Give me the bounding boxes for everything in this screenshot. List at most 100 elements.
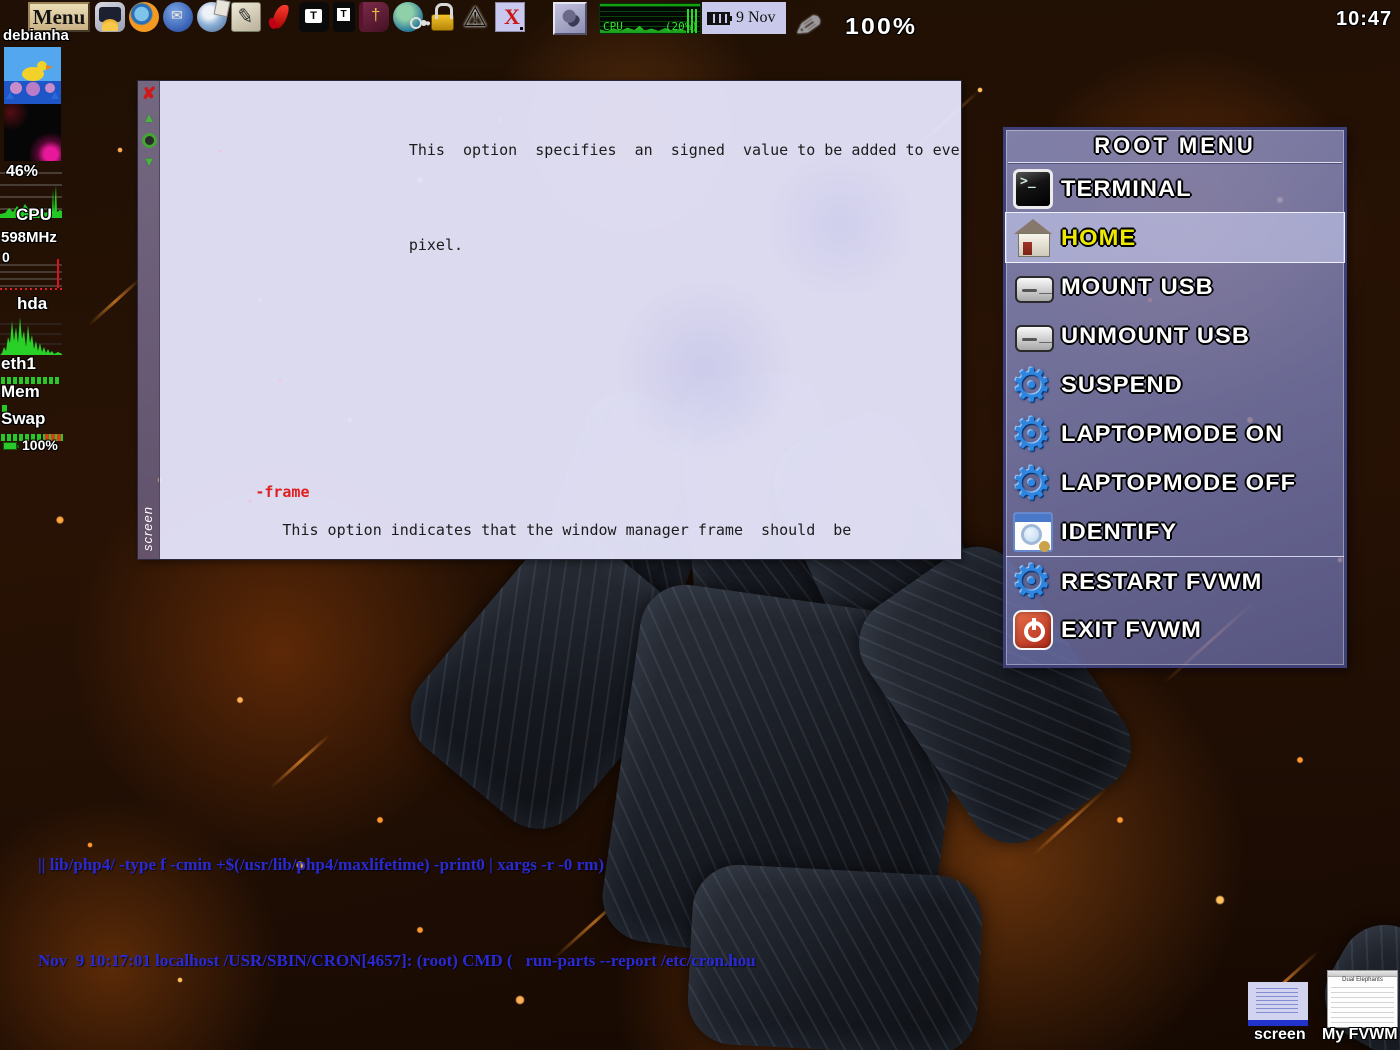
cpu-monitor-applet[interactable]: CPU (20%) (599, 3, 701, 34)
root-menu: ROOT MENU TERMINAL HOME MOUNT USB UNMOUN… (1003, 127, 1347, 668)
dock-shell-icon[interactable] (95, 2, 125, 32)
battery-date-applet[interactable]: 9 Nov (702, 2, 786, 34)
x11-icon[interactable] (495, 2, 525, 32)
power-icon (1013, 609, 1053, 650)
log-text-segment: Nov 9 10:17:01 localhost /USR/SBIN/CRON[… (38, 951, 756, 971)
globe-key-icon[interactable] (393, 2, 423, 32)
usb-drive-icon (1013, 267, 1054, 307)
gear-icon (1011, 561, 1053, 601)
maximize-button[interactable]: ▲ (138, 109, 160, 129)
terminal-row (160, 331, 961, 388)
menu-item-mount-usb[interactable]: MOUNT USB (1006, 262, 1344, 311)
hostname-label: debianha (3, 27, 69, 44)
pager-desktop-2[interactable] (4, 104, 61, 161)
fvwm-desktop: { "taskbar": { "menu_button": "Menu", "c… (0, 0, 1400, 1050)
duck-wallpaper-thumbnail (4, 47, 61, 104)
terminal-row (160, 274, 961, 331)
menu-item-label: EXIT FVWM (1061, 616, 1202, 642)
root-menu-items: TERMINAL HOME MOUNT USB UNMOUNT USB SUSP… (1005, 164, 1345, 654)
log-line: || rly) (4, 990, 834, 1050)
window-title-vertical: screen (140, 505, 155, 551)
root-tail-log: || lib/php4/ -type f -cmin +$(/usr/lib/p… (4, 797, 834, 1050)
warning-triangle-icon[interactable] (461, 2, 491, 32)
log-line: || lib/php4/ -type f -cmin +$(/usr/lib/p… (4, 797, 834, 893)
temperature-graph (0, 259, 62, 290)
terminal-row: This option specifies an signed value to… (160, 84, 961, 179)
menu-item-home[interactable]: HOME (1005, 212, 1345, 263)
web-globe-icon[interactable] (197, 2, 227, 32)
home-icon (1013, 218, 1053, 258)
thumbnail-title: Dual Elephants (1342, 977, 1383, 983)
menu-item-suspend[interactable]: SUSPEND (1006, 360, 1344, 409)
clock: 10:47 (1336, 8, 1393, 30)
menu-item-label: LAPTOPMODE OFF (1061, 469, 1297, 495)
menu-item-label: UNMOUNT USB (1061, 322, 1251, 348)
log-line: Nov 9 10:17:01 localhost /USR/SBIN/CRON[… (4, 893, 834, 989)
close-button[interactable]: ✘ (138, 85, 160, 105)
terminal-text-segment: This option specifies an signed value to… (255, 141, 961, 159)
load-percent-label: 46% (6, 163, 39, 180)
terminal-text-segment: -frame (255, 483, 310, 501)
terminal-row: pixel. (160, 179, 961, 274)
menu-item-label: LAPTOPMODE ON (1061, 420, 1284, 446)
gear-icon (1011, 414, 1053, 454)
menu-item-label: RESTART FVWM (1061, 567, 1263, 594)
iconified-fvwm-window[interactable]: Dual Elephants (1327, 970, 1398, 1028)
dockapp-icon[interactable] (553, 2, 587, 35)
iconify-button[interactable] (138, 133, 160, 153)
swap-label: Swap (1, 409, 46, 428)
cpu-applet-load: (20%) (664, 20, 698, 33)
usb-drive-icon (1013, 316, 1054, 356)
terminal-icon (1013, 168, 1053, 209)
red-flame-app-icon[interactable] (265, 2, 295, 32)
hda-label: hda (17, 294, 48, 313)
terminal-t-icon[interactable] (299, 2, 329, 32)
volume-level: 100% (845, 13, 918, 39)
pager-desktop-1[interactable] (4, 47, 61, 104)
editor-quill-icon[interactable] (231, 2, 261, 32)
menu-item-label: IDENTIFY (1061, 518, 1178, 544)
window-titlebar-strip[interactable]: ✘ ▲ ▼ screen (138, 81, 160, 559)
menu-item-restart-fvwm[interactable]: RESTART FVWM (1006, 556, 1344, 605)
padlock-key-icon[interactable] (427, 2, 457, 32)
menu-item-exit-fvwm[interactable]: EXIT FVWM (1006, 605, 1344, 654)
terminal-text-segment: This option indicates that the window ma… (255, 521, 852, 539)
lower-button[interactable]: ▼ (138, 153, 160, 173)
terminal-t-small-icon[interactable] (333, 2, 355, 32)
menu-item-label: SUSPEND (1061, 371, 1183, 397)
thumbnail-body (1331, 987, 1394, 1024)
terminal-row: -frame This option indicates that the wi… (160, 388, 961, 559)
hda-activity-graph (0, 317, 62, 355)
thunderbird-icon[interactable] (163, 2, 193, 32)
gear-icon (1011, 365, 1053, 405)
mem-label: Mem (1, 382, 40, 401)
battery-percent-label: 100% (22, 437, 58, 453)
iconified-screen-window[interactable] (1248, 982, 1308, 1026)
cpu-label: CPU (16, 205, 52, 224)
terminal-content[interactable]: This option specifies an signed value to… (160, 81, 961, 559)
terminal-text-segment: pixel. (255, 236, 464, 254)
battery-small-icon (3, 442, 19, 450)
desktop-pager (4, 47, 61, 161)
cpu-applet-label: CPU (603, 20, 623, 33)
battery-icon (707, 11, 732, 25)
menu-item-label: HOME (1061, 224, 1137, 250)
firefox-icon[interactable] (129, 2, 159, 32)
eth1-label: eth1 (1, 354, 36, 373)
menu-item-label: TERMINAL (1061, 175, 1192, 201)
menu-item-laptopmode-off[interactable]: LAPTOPMODE OFF (1006, 458, 1344, 507)
taskbar-icon-row (95, 2, 587, 35)
menu-item-terminal[interactable]: TERMINAL (1006, 164, 1344, 213)
dictionary-book-icon[interactable] (359, 2, 389, 32)
date-text: 9 Nov (736, 9, 776, 26)
menu-item-laptopmode-on[interactable]: LAPTOPMODE ON (1006, 409, 1344, 458)
menu-item-identify[interactable]: IDENTIFY (1006, 507, 1344, 556)
menu-item-unmount-usb[interactable]: UNMOUNT USB (1006, 311, 1344, 360)
magnifier-icon (1013, 511, 1053, 552)
iconified-screen-label: screen (1254, 1026, 1306, 1043)
cpu-frequency: 598MHz (1, 229, 57, 246)
iconified-fvwm-label: My FVWM (1322, 1026, 1398, 1043)
log-text-segment: || lib/php4/ -type f -cmin +$(/usr/lib/p… (38, 854, 604, 874)
root-menu-title: ROOT MENU (1094, 133, 1256, 158)
